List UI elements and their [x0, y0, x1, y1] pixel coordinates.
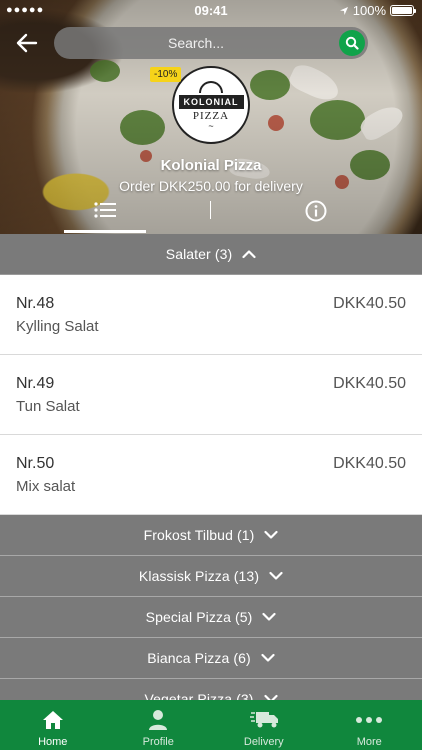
chevron-down-icon [264, 530, 278, 539]
location-arrow-icon [339, 6, 348, 15]
category-header-klassisk-pizza[interactable]: Klassisk Pizza (13) [0, 556, 422, 597]
category-header-salater[interactable]: Salater (3) [0, 234, 422, 275]
truck-icon [249, 712, 278, 728]
header-tabs [0, 197, 422, 234]
nav-label: Home [38, 736, 68, 748]
item-name: Mix salat [16, 478, 76, 495]
battery-percent: 100% [352, 3, 386, 18]
collapsed-categories: Frokost Tilbud (1) Klassisk Pizza (13) S… [0, 515, 422, 720]
chevron-up-icon [242, 250, 256, 259]
menu-list: Salater (3) Nr.48 Kylling Salat DKK40.50… [0, 234, 422, 720]
item-name: Kylling Salat [16, 318, 99, 335]
category-label: Frokost Tilbud (1) [143, 527, 255, 543]
category-label: Special Pizza (5) [145, 609, 253, 625]
category-label: Salater (3) [165, 246, 233, 262]
nav-label: More [356, 736, 382, 748]
nav-profile[interactable]: Profile [106, 700, 212, 750]
order-minimum-info: Order DKK250.00 for delivery [119, 178, 303, 194]
menu-item[interactable]: Nr.48 Kylling Salat DKK40.50 [0, 275, 422, 355]
discount-badge: -10% [150, 67, 182, 82]
info-icon[interactable] [304, 199, 328, 223]
item-number: Nr.50 [16, 455, 55, 472]
category-header-frokost-tilbud[interactable]: Frokost Tilbud (1) [0, 515, 422, 556]
item-price: DKK40.50 [333, 295, 406, 312]
restaurant-name: Kolonial Pizza [160, 157, 262, 174]
search-input[interactable] [54, 27, 368, 59]
menu-item[interactable]: Nr.50 Mix salat DKK40.50 [0, 435, 422, 515]
profile-icon [149, 710, 168, 730]
active-tab-indicator [64, 230, 146, 233]
tab-menu[interactable] [64, 197, 146, 234]
oven-icon [199, 80, 223, 93]
nav-delivery[interactable]: Delivery [211, 700, 317, 750]
search-icon [345, 36, 359, 50]
search-button[interactable] [339, 30, 365, 56]
nav-more[interactable]: More [317, 700, 422, 750]
item-number: Nr.48 [16, 295, 55, 312]
status-bar: ●●●●● 09:41 100% [0, 0, 422, 22]
category-label: Bianca Pizza (6) [147, 650, 251, 666]
nav-label: Delivery [243, 736, 284, 748]
item-number: Nr.49 [16, 375, 55, 392]
list-icon [94, 202, 116, 218]
item-name: Tun Salat [16, 398, 80, 415]
more-icon [356, 717, 383, 723]
chevron-down-icon [262, 612, 276, 621]
bottom-navigation: Home Profile Delivery More [0, 700, 422, 750]
restaurant-logo: KOLONIAL PIZZA ~ [172, 66, 250, 144]
item-price: DKK40.50 [333, 455, 406, 472]
chevron-down-icon [261, 653, 275, 662]
logo-subtitle: PIZZA [192, 109, 230, 122]
logo-tilde: ~ [208, 120, 214, 131]
category-header-bianca-pizza[interactable]: Bianca Pizza (6) [0, 638, 422, 679]
logo-wordmark: KOLONIAL [178, 94, 244, 109]
category-header-special-pizza[interactable]: Special Pizza (5) [0, 597, 422, 638]
home-icon [42, 711, 63, 729]
item-price: DKK40.50 [333, 375, 406, 392]
menu-item[interactable]: Nr.49 Tun Salat DKK40.50 [0, 355, 422, 435]
tab-divider [210, 201, 211, 219]
chevron-down-icon [269, 571, 283, 580]
search-bar[interactable] [54, 27, 368, 59]
category-items: Nr.48 Kylling Salat DKK40.50 Nr.49 Tun S… [0, 275, 422, 515]
battery-icon [390, 5, 416, 16]
nav-home[interactable]: Home [0, 700, 106, 750]
back-arrow-icon[interactable] [14, 30, 40, 56]
nav-label: Profile [142, 736, 174, 748]
category-label: Klassisk Pizza (13) [138, 568, 260, 584]
